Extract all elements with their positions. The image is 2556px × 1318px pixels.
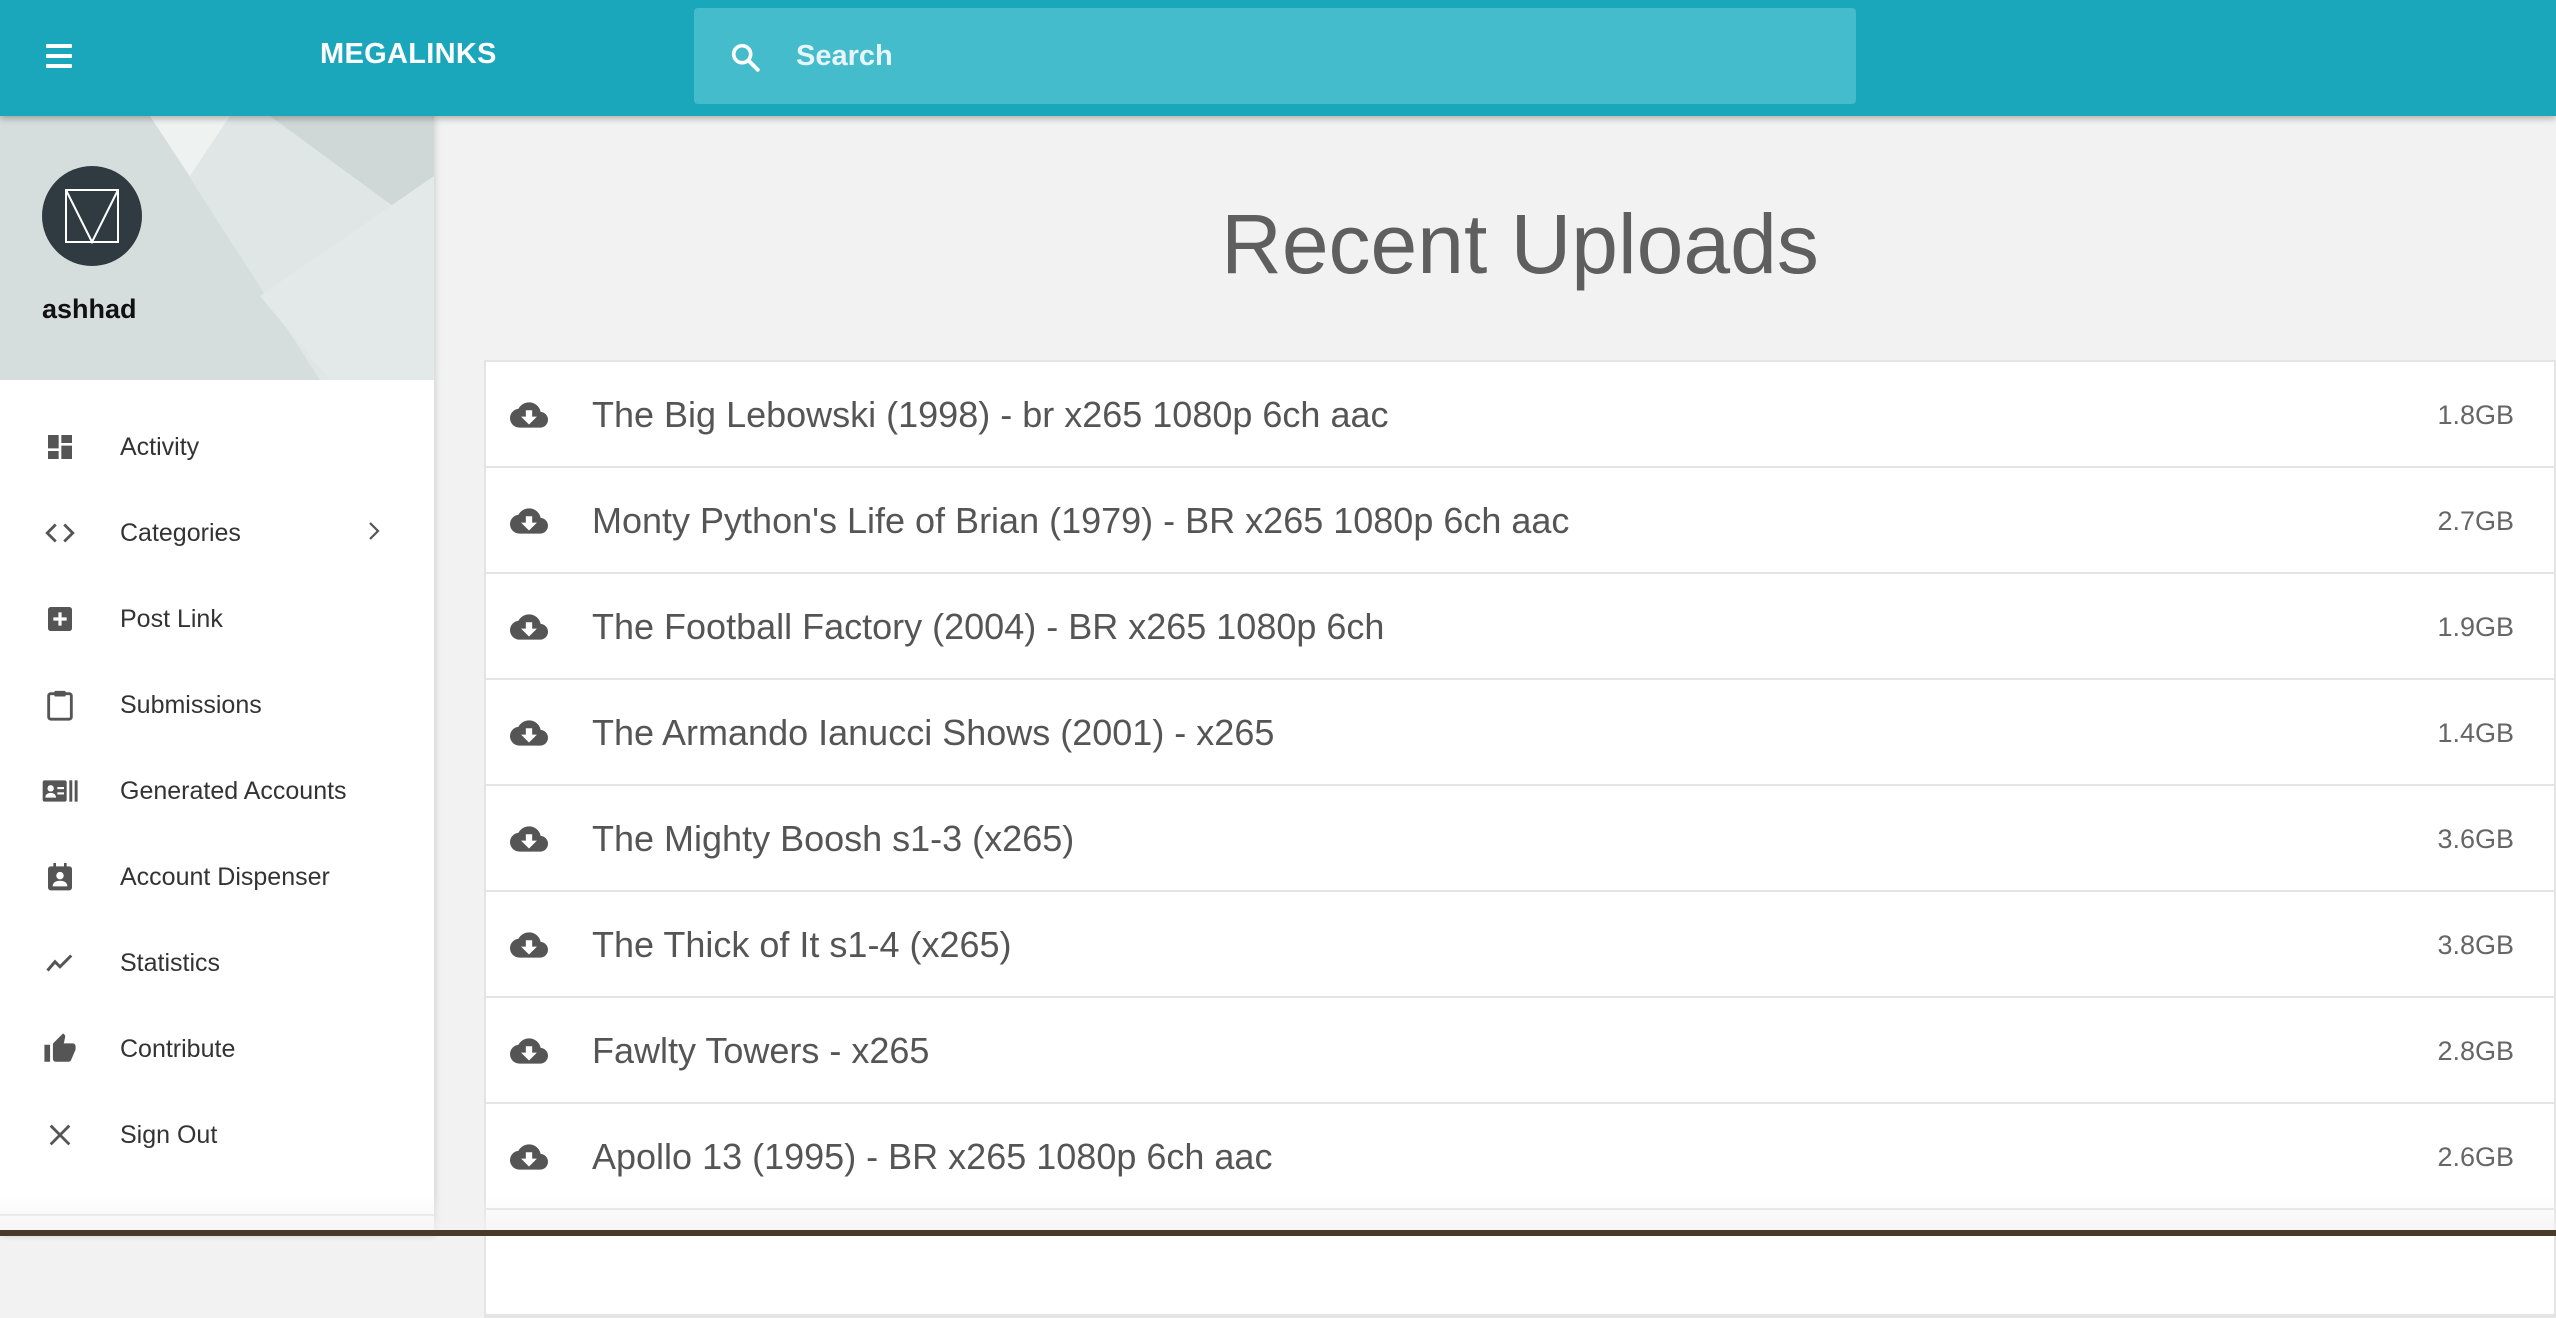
add-box-icon <box>40 599 80 639</box>
upload-size: 3.6GB <box>2437 824 2514 855</box>
list-item[interactable]: The Big Lebowski (1998) - br x265 1080p … <box>486 362 2554 468</box>
upload-size: 2.6GB <box>2437 1142 2514 1173</box>
sidebar-item-label: Activity <box>120 433 199 462</box>
list-item[interactable]: The Mighty Boosh s1-3 (x265) 3.6GB <box>486 786 2554 892</box>
profile-header: ashhad <box>0 116 434 380</box>
sidebar: ashhad Activity Categories Post Link <box>0 116 434 1236</box>
avatar-logo-icon <box>63 187 121 245</box>
clipboard-icon <box>40 685 80 725</box>
close-icon <box>40 1115 80 1155</box>
sidebar-item-label: Submissions <box>120 691 262 720</box>
sidebar-item-submissions[interactable]: Submissions <box>0 662 434 748</box>
sidebar-item-statistics[interactable]: Statistics <box>0 920 434 1006</box>
upload-title[interactable]: The Armando Ianucci Shows (2001) - x265 <box>592 712 1274 754</box>
list-item[interactable]: Apollo 13 (1995) - BR x265 1080p 6ch aac… <box>486 1104 2554 1210</box>
brand-logo-text[interactable]: MEGALINKS <box>320 38 497 71</box>
sidebar-item-post-link[interactable]: Post Link <box>0 576 434 662</box>
account-card-icon <box>40 771 80 811</box>
username: ashhad <box>42 294 137 325</box>
upload-title[interactable]: The Mighty Boosh s1-3 (x265) <box>592 818 1074 860</box>
trending-icon <box>40 943 80 983</box>
list-item[interactable]: The Armando Ianucci Shows (2001) - x265 … <box>486 680 2554 786</box>
hamburger-menu-icon[interactable] <box>40 38 78 78</box>
sidebar-nav: Activity Categories Post Link Submission… <box>0 380 434 1178</box>
cloud-download-icon[interactable] <box>510 714 548 757</box>
upload-title[interactable]: Monty Python's Life of Brian (1979) - BR… <box>592 500 1569 542</box>
cloud-download-icon[interactable] <box>510 926 548 969</box>
sidebar-item-label: Statistics <box>120 949 220 978</box>
uploads-list: The Big Lebowski (1998) - br x265 1080p … <box>484 360 2556 1318</box>
sidebar-item-sign-out[interactable]: Sign Out <box>0 1092 434 1178</box>
main-content: Recent Uploads The Big Lebowski (1998) -… <box>434 116 2556 1236</box>
cloud-download-icon[interactable] <box>510 396 548 439</box>
cloud-download-icon[interactable] <box>510 502 548 545</box>
dashboard-icon <box>40 427 80 467</box>
upload-title[interactable]: The Football Factory (2004) - BR x265 10… <box>592 606 1384 648</box>
upload-size: 3.8GB <box>2437 930 2514 961</box>
upload-title[interactable]: Fawlty Towers - x265 <box>592 1030 929 1072</box>
sidebar-item-label: Categories <box>120 519 241 548</box>
list-item[interactable]: The Thick of It s1-4 (x265) 3.8GB <box>486 892 2554 998</box>
avatar[interactable] <box>42 166 142 266</box>
sidebar-item-label: Contribute <box>120 1035 235 1064</box>
chevron-right-icon[interactable] <box>362 519 386 548</box>
upload-size: 1.4GB <box>2437 718 2514 749</box>
cloud-download-icon[interactable] <box>510 1032 548 1075</box>
sidebar-item-categories[interactable]: Categories <box>0 490 434 576</box>
upload-title[interactable]: Apollo 13 (1995) - BR x265 1080p 6ch aac <box>592 1136 1272 1178</box>
cloud-download-icon[interactable] <box>510 820 548 863</box>
search-bar[interactable] <box>694 8 1856 104</box>
upload-title[interactable]: The Big Lebowski (1998) - br x265 1080p … <box>592 394 1388 436</box>
sidebar-item-account-dispenser[interactable]: Account Dispenser <box>0 834 434 920</box>
code-brackets-icon <box>40 513 80 553</box>
thumb-up-icon <box>40 1029 80 1069</box>
upload-size: 1.9GB <box>2437 612 2514 643</box>
contact-calendar-icon <box>40 857 80 897</box>
sidebar-item-label: Generated Accounts <box>120 777 347 806</box>
sidebar-item-generated-accounts[interactable]: Generated Accounts <box>0 748 434 834</box>
search-input[interactable] <box>796 8 1836 104</box>
cloud-download-icon[interactable] <box>510 1138 548 1181</box>
sidebar-item-label: Post Link <box>120 605 223 634</box>
sidebar-item-activity[interactable]: Activity <box>0 404 434 490</box>
list-item[interactable]: The Football Factory (2004) - BR x265 10… <box>486 574 2554 680</box>
upload-size: 1.8GB <box>2437 400 2514 431</box>
sidebar-item-label: Sign Out <box>120 1121 217 1150</box>
top-app-bar: MEGALINKS <box>0 0 2556 116</box>
list-item[interactable]: Fawlty Towers - x265 2.8GB <box>486 998 2554 1104</box>
page-title: Recent Uploads <box>434 196 2556 293</box>
sidebar-item-label: Account Dispenser <box>120 863 330 892</box>
window-bottom-edge <box>0 1230 2556 1236</box>
cloud-download-icon[interactable] <box>510 608 548 651</box>
upload-size: 2.8GB <box>2437 1036 2514 1067</box>
upload-title[interactable]: The Thick of It s1-4 (x265) <box>592 924 1012 966</box>
search-icon <box>728 40 762 79</box>
sidebar-item-contribute[interactable]: Contribute <box>0 1006 434 1092</box>
upload-size: 2.7GB <box>2437 506 2514 537</box>
list-item[interactable]: Monty Python's Life of Brian (1979) - BR… <box>486 468 2554 574</box>
